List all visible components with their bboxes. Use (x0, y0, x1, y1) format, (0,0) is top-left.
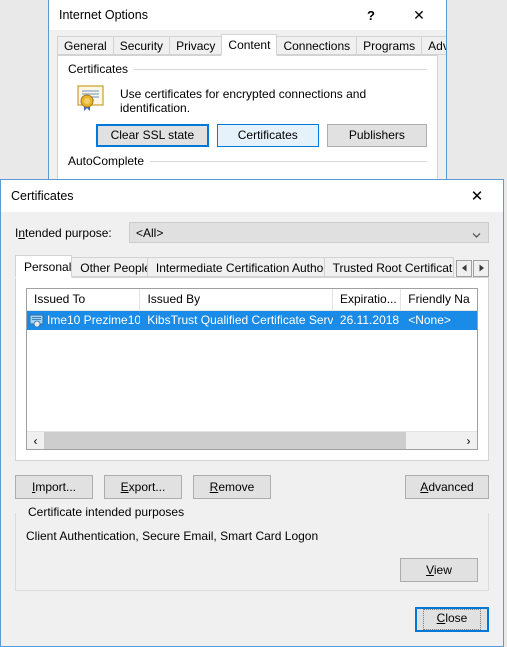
tab-content[interactable]: Content (221, 34, 278, 56)
certificates-dialog: Certificates ✕ Intended purpose: <All> P… (0, 179, 504, 647)
certificates-buttons: Clear SSL state Certificates Publishers (96, 124, 427, 147)
internet-options-title: Internet Options (59, 8, 148, 22)
cell-issued-by: KibsTrust Qualified Certificate Services (147, 313, 333, 327)
close-icon[interactable]: ✕ (402, 0, 436, 30)
tab-other-people[interactable]: Other People (71, 257, 148, 277)
certificate-small-icon (29, 314, 45, 328)
intended-purpose-row: Intended purpose: <All> (15, 222, 489, 243)
clear-ssl-state-button[interactable]: Clear SSL state (96, 124, 209, 147)
remove-rest: emove (218, 480, 255, 494)
close-rest: lose (445, 611, 468, 625)
certificates-titlebar: Certificates ✕ (1, 180, 503, 212)
triangle-left-icon[interactable] (456, 259, 473, 277)
table-row[interactable]: Ime10 Prezime10 KibsTrust Qualified Cert… (27, 311, 477, 330)
intended-purpose-select[interactable]: <All> (129, 222, 489, 243)
listview-header: Issued To Issued By Expiratio... Friendl… (27, 289, 477, 311)
view-accel: V (426, 563, 434, 577)
export-accel: E (120, 480, 129, 494)
certificates-group-title: Certificates (68, 62, 129, 76)
certificates-button[interactable]: Certificates (216, 124, 319, 147)
autocomplete-group: AutoComplete (68, 154, 427, 168)
import-rest: mport... (35, 480, 77, 494)
export-button[interactable]: Export... (104, 475, 182, 499)
column-header-issued-to[interactable]: Issued To (27, 289, 141, 310)
label-suffix: tended purpose: (25, 225, 112, 240)
column-header-friendly-name[interactable]: Friendly Na (401, 289, 477, 310)
tab-advanced[interactable]: Advanced (421, 36, 446, 55)
internet-options-window: Internet Options ? ✕ General Security Pr… (48, 0, 447, 186)
view-rest: iew (433, 563, 452, 577)
advanced-rest: dvanced (428, 480, 474, 494)
close-focus-rect: Close (423, 609, 481, 630)
certificates-group-header: Certificates (68, 62, 427, 76)
certificate-icon (76, 84, 106, 112)
remove-accel: R (209, 480, 219, 494)
tab-privacy[interactable]: Privacy (169, 36, 223, 55)
horizontal-scrollbar[interactable]: ‹ › (27, 431, 477, 449)
column-header-expiration[interactable]: Expiratio... (333, 289, 402, 310)
tab-intermediate-certification-authorities[interactable]: Intermediate Certification Authorities (146, 257, 325, 277)
intended-purpose-value: <All> (136, 225, 164, 240)
certificate-intended-purposes-group: Certificate intended purposes Client Aut… (15, 505, 489, 591)
view-button[interactable]: View (400, 558, 478, 582)
certificates-listview[interactable]: Issued To Issued By Expiratio... Friendl… (26, 288, 478, 450)
certificates-tabpanel: Issued To Issued By Expiratio... Friendl… (15, 277, 489, 461)
cell-issued-to-text: Ime10 Prezime10 (47, 313, 141, 327)
tab-personal[interactable]: Personal (15, 255, 73, 278)
certificates-tabstrip: Personal Other People Intermediate Certi… (15, 255, 490, 278)
scroll-right-icon[interactable]: › (460, 432, 477, 449)
certificates-dialog-title: Certificates (11, 189, 74, 203)
autocomplete-group-header: AutoComplete (68, 154, 427, 168)
tab-security[interactable]: Security (112, 36, 171, 55)
certificates-action-buttons: Import... Export... Remove Advanced (15, 475, 489, 499)
scrollbar-track[interactable] (44, 432, 460, 449)
internet-options-titlebar: Internet Options ? ✕ (49, 0, 446, 30)
scroll-left-icon[interactable]: ‹ (27, 432, 44, 449)
listview-body: Ime10 Prezime10 KibsTrust Qualified Cert… (27, 311, 477, 431)
certificate-intended-purposes-title: Certificate intended purposes (24, 505, 189, 519)
internet-options-tabstrip: General Security Privacy Content Connect… (57, 34, 446, 56)
tab-trusted-root-certification[interactable]: Trusted Root Certification (323, 257, 455, 277)
certificates-description-row: Use certificates for encrypted connectio… (68, 84, 427, 115)
autocomplete-group-title: AutoComplete (68, 154, 145, 168)
export-rest: xport... (128, 480, 166, 494)
group-divider (150, 160, 427, 162)
chevron-down-icon (472, 228, 481, 238)
close-icon[interactable]: ✕ (457, 180, 497, 212)
advanced-button[interactable]: Advanced (405, 475, 489, 499)
triangle-right-icon[interactable] (473, 259, 490, 277)
tab-scroll-spinner (455, 259, 490, 277)
help-icon[interactable]: ? (354, 0, 388, 30)
certificate-intended-purposes-text: Client Authentication, Secure Email, Sma… (26, 529, 319, 543)
column-header-issued-by[interactable]: Issued By (140, 289, 333, 310)
tab-programs[interactable]: Programs (356, 36, 423, 55)
cell-issued-to: Ime10 Prezime10 (27, 311, 140, 330)
import-button[interactable]: Import... (15, 475, 93, 499)
intended-purpose-label: Intended purpose: (15, 226, 129, 240)
remove-button[interactable]: Remove (193, 475, 271, 499)
tab-connections[interactable]: Connections (276, 36, 358, 55)
certificates-description: Use certificates for encrypted connectio… (120, 87, 367, 115)
cell-friendly-name: <None> (408, 313, 451, 327)
cell-expiration: 26.11.2018 (339, 313, 400, 327)
group-divider (134, 68, 427, 70)
publishers-button[interactable]: Publishers (326, 124, 427, 147)
scrollbar-thumb[interactable] (44, 432, 406, 449)
certificates-group: Certificates Use certificates for encryp… (68, 62, 427, 147)
internet-options-tabpanel: Certificates Use certificates for encryp… (57, 55, 438, 183)
close-button[interactable]: Close (415, 607, 489, 632)
tab-general[interactable]: General (57, 36, 114, 55)
